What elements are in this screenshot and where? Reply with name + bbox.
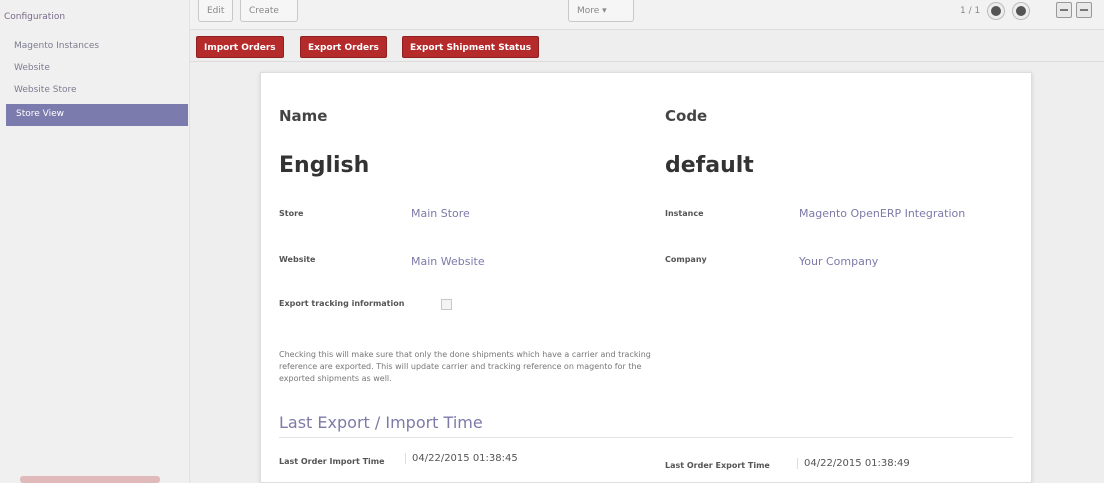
store-label: Store [279,209,304,218]
section-divider [279,437,1013,438]
company-link[interactable]: Your Company [799,255,878,268]
sidebar-item-store-view[interactable]: Store View [6,104,188,126]
sidebar-heading: Configuration [4,12,66,22]
form-view-icon[interactable] [1076,2,1092,18]
store-link[interactable]: Main Store [411,207,470,220]
action-bar: Import Orders Export Orders Export Shipm… [190,30,1104,62]
instance-label: Instance [665,209,704,218]
list-view-icon[interactable] [1056,2,1072,18]
code-value: default [665,153,754,178]
instance-link[interactable]: Magento OpenERP Integration [799,207,965,220]
form-sheet: Name English Code default Store Main Sto… [260,72,1032,483]
last-order-export-time-label: Last Order Export Time [665,461,770,470]
next-record-icon[interactable] [1013,3,1029,19]
create-button[interactable]: Create [240,0,298,22]
export-orders-button[interactable]: Export Orders [300,36,387,58]
export-tracking-label: Export tracking information [279,299,405,308]
last-order-import-time-value: 04/22/2015 01:38:45 [405,453,518,464]
name-value: English [279,153,370,178]
name-label: Name [279,107,328,125]
sidebar: Configuration Magento Instances Website … [0,0,190,483]
export-shipment-status-button[interactable]: Export Shipment Status [402,36,540,58]
edit-button[interactable]: Edit [198,0,234,22]
website-link[interactable]: Main Website [411,255,485,268]
sidebar-item-website[interactable]: Website [14,63,50,73]
previous-record-icon[interactable] [988,3,1004,19]
website-label: Website [279,255,316,264]
sidebar-item-magento-instances[interactable]: Magento Instances [14,41,99,51]
footer-logo [20,476,160,483]
more-dropdown[interactable]: More ▾ [568,0,634,22]
last-order-export-time-value: 04/22/2015 01:38:49 [797,458,910,469]
sidebar-item-website-store[interactable]: Website Store [14,85,77,95]
last-order-import-time-label: Last Order Import Time [279,457,385,466]
pager-counter: 1 / 1 [960,6,981,16]
export-tracking-checkbox[interactable] [441,299,452,310]
company-label: Company [665,255,707,264]
code-label: Code [665,107,708,125]
section-title-last-export-import: Last Export / Import Time [279,413,483,432]
top-toolbar: Edit Create More ▾ 1 / 1 [190,0,1104,30]
import-orders-button[interactable]: Import Orders [196,36,284,58]
export-tracking-help-text: Checking this will make sure that only t… [279,350,651,383]
